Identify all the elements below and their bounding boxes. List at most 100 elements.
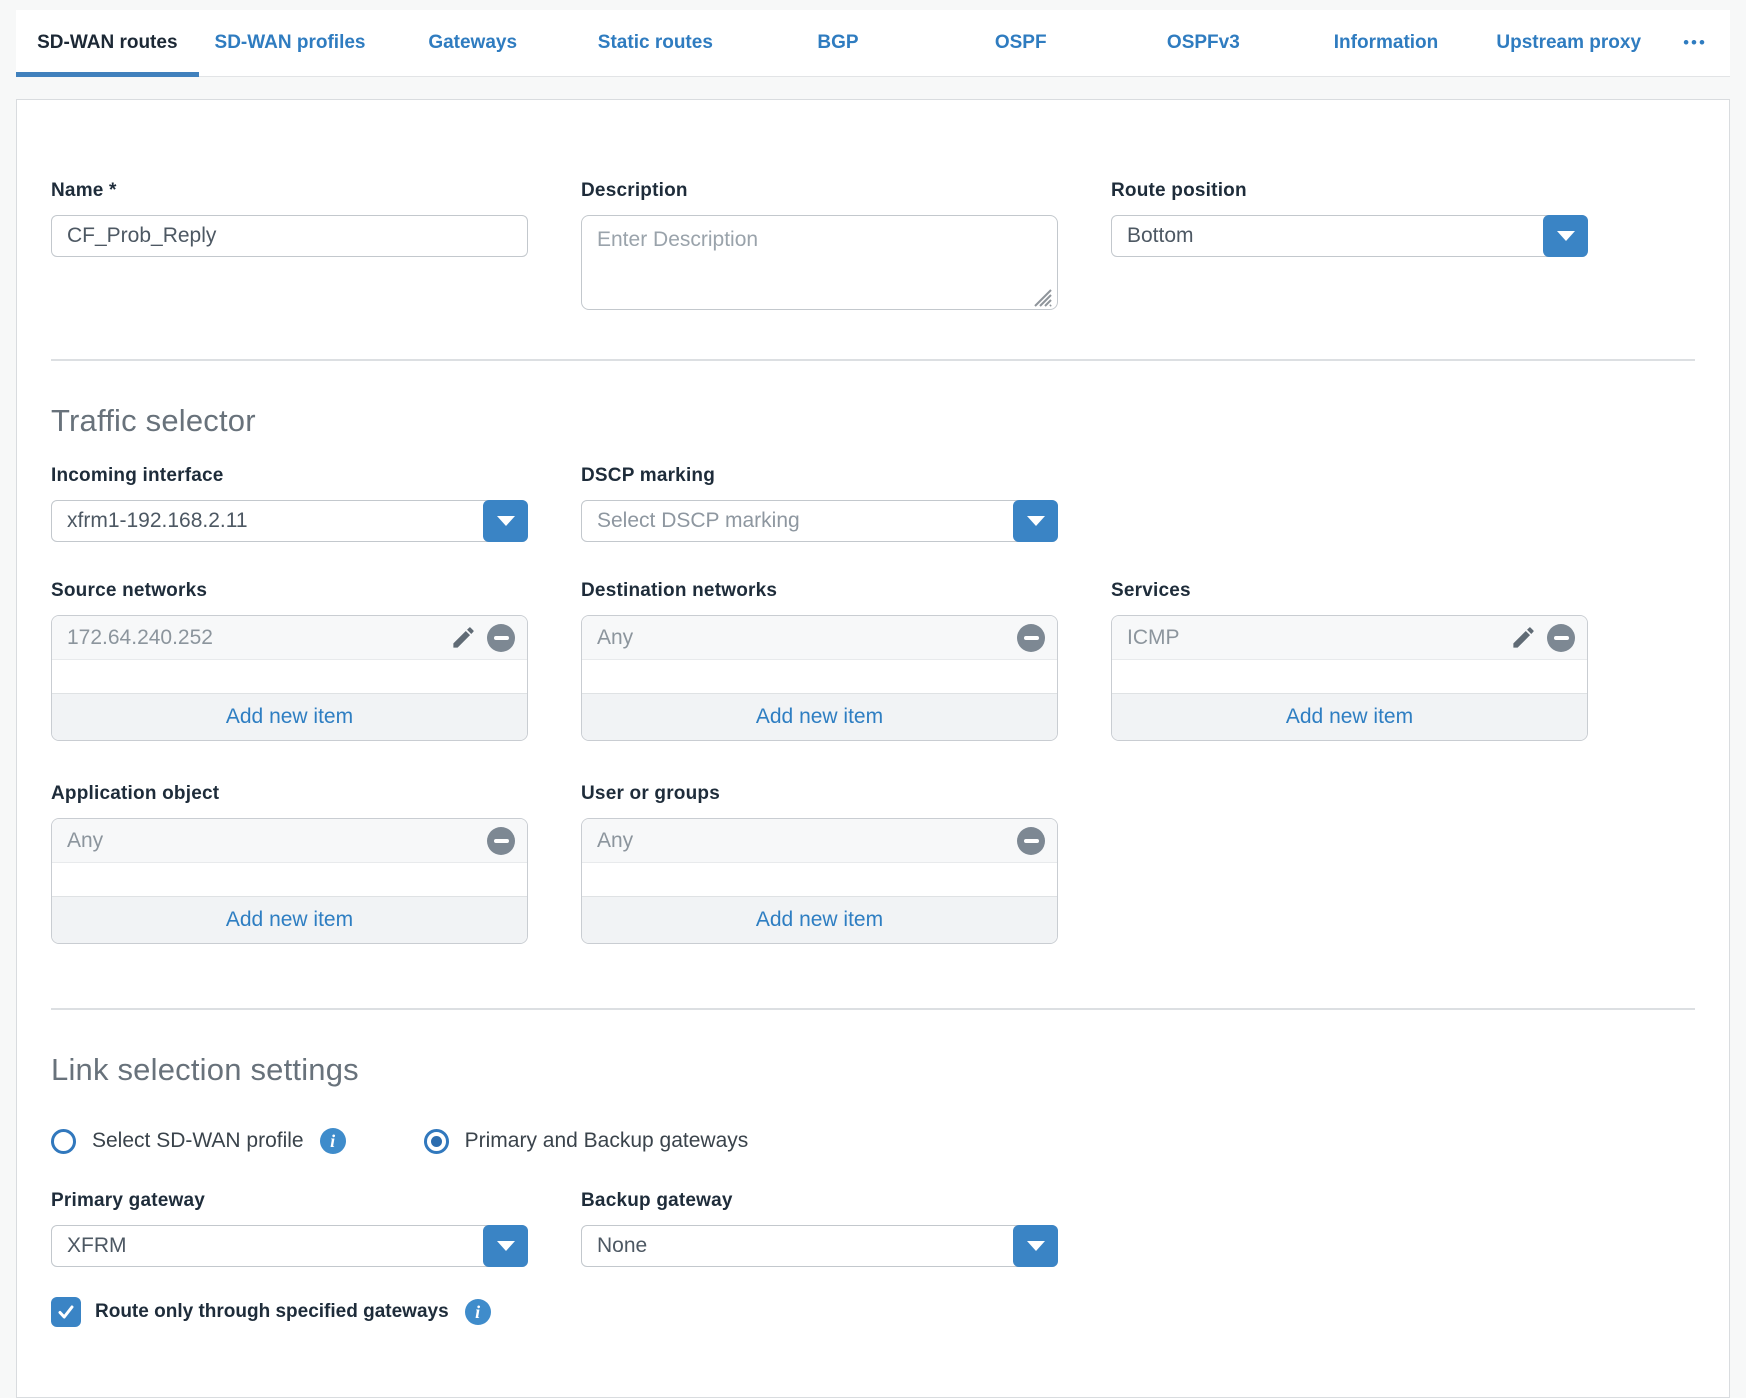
chevron-down-icon[interactable] xyxy=(483,500,528,542)
minus-circle-icon xyxy=(1017,624,1045,652)
tab-static-routes[interactable]: Static routes xyxy=(564,10,747,76)
listbox-empty-area xyxy=(582,863,1057,896)
source-networks-listbox: 172.64.240.252 Add new item xyxy=(51,615,528,741)
services-field-group: Services ICMP Add new item xyxy=(1111,580,1588,741)
incoming-interface-value: xfrm1-192.168.2.11 xyxy=(67,509,248,533)
tab-gateways[interactable]: Gateways xyxy=(381,10,564,76)
source-networks-field-group: Source networks 172.64.240.252 Add new xyxy=(51,580,528,741)
list-item-value: ICMP xyxy=(1127,626,1500,650)
description-field-group: Description xyxy=(581,180,1058,315)
backup-gateway-label: Backup gateway xyxy=(581,1190,1058,1212)
listbox-empty-area xyxy=(52,660,527,693)
route-only-checkbox[interactable] xyxy=(51,1297,81,1327)
list-item: Any xyxy=(582,819,1057,863)
info-icon[interactable]: i xyxy=(320,1128,346,1154)
section-divider xyxy=(51,1008,1695,1010)
sd-wan-route-form: Name * Description Route position xyxy=(16,99,1730,1398)
list-item-value: Any xyxy=(67,829,477,853)
radio-select-sd-wan-profile-label: Select SD-WAN profile xyxy=(92,1129,304,1153)
chevron-down-icon[interactable] xyxy=(1013,500,1058,542)
section-divider xyxy=(51,359,1695,361)
traffic-selector-heading: Traffic selector xyxy=(51,403,1695,439)
more-tabs-icon[interactable]: ••• xyxy=(1660,10,1730,76)
edit-item-button[interactable] xyxy=(450,624,477,651)
radio-primary-and-backup-gateways-label: Primary and Backup gateways xyxy=(465,1129,749,1153)
minus-circle-icon xyxy=(1547,624,1575,652)
add-new-item-label: Add new item xyxy=(756,705,883,729)
add-new-item-button[interactable]: Add new item xyxy=(582,693,1057,740)
list-item-value: 172.64.240.252 xyxy=(67,626,440,650)
backup-gateway-field-group: Backup gateway None xyxy=(581,1190,1058,1267)
primary-gateway-field-group: Primary gateway XFRM xyxy=(51,1190,528,1267)
destination-networks-field-group: Destination networks Any Add new item xyxy=(581,580,1058,741)
dscp-marking-field-group: DSCP marking Select DSCP marking xyxy=(581,465,1058,542)
radio-selected-icon xyxy=(424,1129,449,1154)
radio-select-sd-wan-profile[interactable]: Select SD-WAN profile xyxy=(51,1129,304,1154)
tab-bgp[interactable]: BGP xyxy=(747,10,930,76)
name-label: Name * xyxy=(51,180,528,202)
radio-primary-and-backup-gateways[interactable]: Primary and Backup gateways xyxy=(424,1129,749,1154)
pencil-icon xyxy=(450,624,477,651)
minus-circle-icon xyxy=(487,624,515,652)
primary-gateway-label: Primary gateway xyxy=(51,1190,528,1212)
dscp-marking-select[interactable]: Select DSCP marking xyxy=(581,500,1058,542)
application-object-listbox: Any Add new item xyxy=(51,818,528,944)
remove-item-button[interactable] xyxy=(1547,624,1575,652)
backup-gateway-select[interactable]: None xyxy=(581,1225,1058,1267)
list-item-value: Any xyxy=(597,626,1007,650)
tab-upstream-proxy[interactable]: Upstream proxy xyxy=(1477,10,1660,76)
add-new-item-label: Add new item xyxy=(226,705,353,729)
remove-item-button[interactable] xyxy=(487,827,515,855)
chevron-down-icon[interactable] xyxy=(1543,215,1588,257)
info-icon[interactable]: i xyxy=(465,1299,491,1325)
destination-networks-label: Destination networks xyxy=(581,580,1058,602)
incoming-interface-field-group: Incoming interface xfrm1-192.168.2.11 xyxy=(51,465,528,542)
remove-item-button[interactable] xyxy=(1017,624,1045,652)
tab-ospfv3[interactable]: OSPFv3 xyxy=(1112,10,1295,76)
route-only-checkbox-label: Route only through specified gateways xyxy=(95,1301,449,1323)
name-input[interactable] xyxy=(51,215,528,257)
services-listbox: ICMP Add new item xyxy=(1111,615,1588,741)
tab-sd-wan-routes[interactable]: SD-WAN routes xyxy=(16,10,199,76)
listbox-empty-area xyxy=(582,660,1057,693)
top-tab-bar: SD-WAN routes SD-WAN profiles Gateways S… xyxy=(16,10,1730,77)
tab-ospf[interactable]: OSPF xyxy=(929,10,1112,76)
incoming-interface-select[interactable]: xfrm1-192.168.2.11 xyxy=(51,500,528,542)
checkmark-icon xyxy=(56,1302,76,1322)
add-new-item-label: Add new item xyxy=(226,908,353,932)
user-or-groups-listbox: Any Add new item xyxy=(581,818,1058,944)
list-item: 172.64.240.252 xyxy=(52,616,527,660)
minus-circle-icon xyxy=(1017,827,1045,855)
list-item: ICMP xyxy=(1112,616,1587,660)
route-position-select[interactable]: Bottom xyxy=(1111,215,1588,257)
add-new-item-button[interactable]: Add new item xyxy=(52,693,527,740)
add-new-item-button[interactable]: Add new item xyxy=(582,896,1057,943)
description-input[interactable] xyxy=(581,215,1058,310)
primary-gateway-value: XFRM xyxy=(67,1234,127,1258)
list-item-value: Any xyxy=(597,829,1007,853)
chevron-down-icon[interactable] xyxy=(1013,1225,1058,1267)
radio-unselected-icon xyxy=(51,1129,76,1154)
user-or-groups-field-group: User or groups Any Add new item xyxy=(581,783,1058,944)
remove-item-button[interactable] xyxy=(487,624,515,652)
tab-sd-wan-profiles[interactable]: SD-WAN profiles xyxy=(199,10,382,76)
remove-item-button[interactable] xyxy=(1017,827,1045,855)
add-new-item-button[interactable]: Add new item xyxy=(1112,693,1587,740)
list-item: Any xyxy=(52,819,527,863)
tab-information[interactable]: Information xyxy=(1295,10,1478,76)
primary-gateway-select[interactable]: XFRM xyxy=(51,1225,528,1267)
source-networks-label: Source networks xyxy=(51,580,528,602)
route-position-label: Route position xyxy=(1111,180,1588,202)
link-selection-heading: Link selection settings xyxy=(51,1052,1695,1088)
backup-gateway-value: None xyxy=(597,1234,647,1258)
route-position-field-group: Route position Bottom xyxy=(1111,180,1588,257)
description-label: Description xyxy=(581,180,1058,202)
add-new-item-label: Add new item xyxy=(756,908,883,932)
dscp-marking-placeholder: Select DSCP marking xyxy=(597,509,800,533)
application-object-field-group: Application object Any Add new item xyxy=(51,783,528,944)
add-new-item-button[interactable]: Add new item xyxy=(52,896,527,943)
listbox-empty-area xyxy=(1112,660,1587,693)
edit-item-button[interactable] xyxy=(1510,624,1537,651)
chevron-down-icon[interactable] xyxy=(483,1225,528,1267)
incoming-interface-label: Incoming interface xyxy=(51,465,528,487)
